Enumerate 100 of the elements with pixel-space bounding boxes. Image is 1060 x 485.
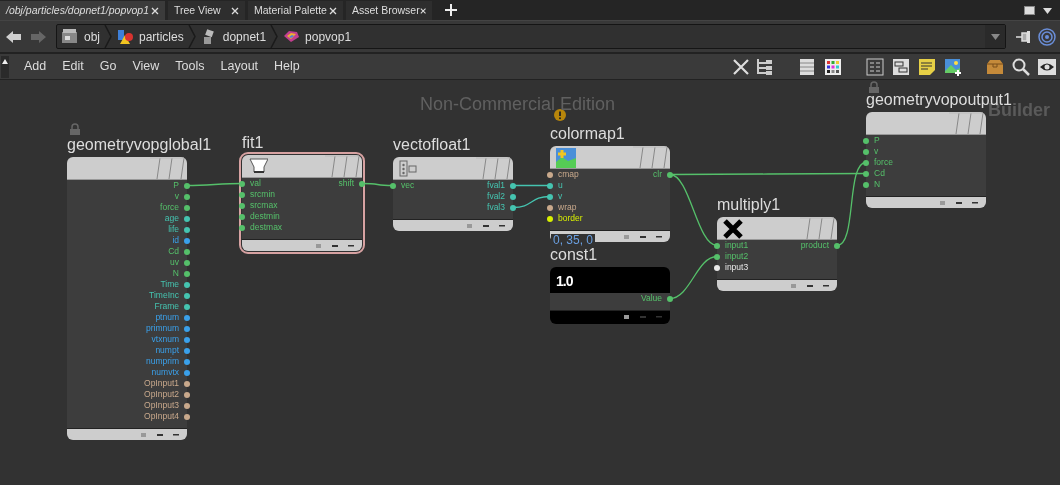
port-label: ptnum: [155, 312, 179, 323]
tab[interactable]: Material Palette: [248, 1, 343, 20]
port-dot[interactable]: [184, 325, 190, 332]
port-dot[interactable]: [239, 213, 245, 220]
sticky-note-button[interactable]: [918, 57, 936, 76]
port-dot[interactable]: [863, 170, 869, 177]
port-dot[interactable]: [714, 242, 720, 249]
eye-button[interactable]: [1038, 57, 1056, 76]
dropdown-arrow-icon[interactable]: [1043, 7, 1052, 14]
tab[interactable]: /obj/particles/dopnet1/popvop1: [0, 1, 165, 20]
port-dot[interactable]: [184, 413, 190, 420]
menu-item[interactable]: Help: [266, 57, 308, 76]
tools-button[interactable]: [732, 57, 750, 76]
menu-item[interactable]: Tools: [167, 57, 213, 76]
port-dot[interactable]: [184, 369, 190, 376]
port-dot[interactable]: [834, 242, 840, 249]
add-image-button[interactable]: [944, 57, 962, 76]
port-dot[interactable]: [184, 391, 190, 398]
footer-flags-icon[interactable]: [624, 314, 664, 320]
footer-flags-icon[interactable]: [316, 243, 356, 249]
port-dot[interactable]: [184, 226, 190, 233]
menu-item[interactable]: Edit: [54, 57, 92, 76]
maximize-icon[interactable]: [1024, 6, 1035, 15]
port-dot[interactable]: [863, 137, 869, 144]
menu-item[interactable]: Layout: [212, 57, 267, 76]
tab[interactable]: Asset Browser: [346, 1, 432, 20]
port-dot[interactable]: [239, 191, 245, 198]
radial-menu-icon[interactable]: [1038, 27, 1056, 46]
back-icon[interactable]: [6, 29, 22, 44]
port-dot[interactable]: [184, 248, 190, 255]
port-dot[interactable]: [184, 204, 190, 211]
port-dot[interactable]: [510, 182, 516, 189]
port-dot[interactable]: [184, 336, 190, 343]
port-dot[interactable]: [390, 182, 396, 189]
footer-flags-icon[interactable]: [940, 200, 980, 206]
menu-item[interactable]: Go: [91, 57, 125, 76]
close-icon[interactable]: [151, 6, 159, 15]
breadcrumb[interactable]: obj: [57, 25, 104, 48]
port-dot[interactable]: [547, 182, 553, 189]
port-label: input1: [725, 240, 749, 251]
port-dot[interactable]: [184, 259, 190, 266]
close-icon[interactable]: [231, 6, 239, 15]
port-dot[interactable]: [863, 159, 869, 166]
port-dot[interactable]: [184, 237, 190, 244]
port-dot[interactable]: [863, 181, 869, 188]
search-button[interactable]: [1012, 57, 1030, 76]
list-button[interactable]: [798, 57, 816, 76]
port-dot[interactable]: [667, 295, 673, 302]
tree-button[interactable]: [756, 57, 774, 76]
network-box-button[interactable]: [892, 57, 910, 76]
box-button[interactable]: [986, 57, 1004, 76]
port-dot[interactable]: [714, 253, 720, 260]
port-dot[interactable]: [547, 171, 553, 178]
port-dot[interactable]: [239, 180, 245, 187]
port-label: OpInput2: [144, 389, 179, 400]
multiply-icon: [723, 219, 743, 239]
port-dot[interactable]: [184, 270, 190, 277]
port-dot[interactable]: [547, 215, 553, 222]
port-dot[interactable]: [184, 347, 190, 354]
menu-item[interactable]: Add: [16, 57, 55, 76]
breadcrumb[interactable]: popvop1: [278, 25, 356, 48]
grid-layout-button[interactable]: [866, 57, 884, 76]
port-dot[interactable]: [184, 314, 190, 321]
port-dot[interactable]: [184, 215, 190, 222]
breadcrumb[interactable]: dopnet1: [195, 25, 271, 48]
footer-flags-icon[interactable]: [624, 234, 664, 240]
toolbar-handle-icon[interactable]: [0, 55, 10, 78]
port-dot[interactable]: [714, 264, 720, 271]
port-dot[interactable]: [547, 193, 553, 200]
port-dot[interactable]: [184, 292, 190, 299]
node-title: geometryvopglobal1: [67, 136, 212, 154]
path-dropdown[interactable]: [985, 25, 1005, 48]
breadcrumb[interactable]: particles: [112, 25, 188, 48]
port-dot[interactable]: [510, 204, 516, 211]
port-dot[interactable]: [184, 380, 190, 387]
port-dot[interactable]: [667, 171, 673, 178]
port-dot[interactable]: [547, 204, 553, 211]
port-dot[interactable]: [184, 281, 190, 288]
port-dot[interactable]: [359, 180, 365, 187]
footer-flags-icon[interactable]: [791, 283, 831, 289]
close-icon[interactable]: [329, 6, 337, 15]
port-label: TimeInc: [149, 290, 179, 301]
add-image-icon: [944, 57, 962, 76]
node[interactable]: 1.0 Value: [550, 267, 670, 324]
footer-flags-icon[interactable]: [141, 432, 181, 438]
color-palette-button[interactable]: [824, 57, 842, 76]
port-dot[interactable]: [239, 202, 245, 209]
port-dot[interactable]: [184, 402, 190, 409]
port-dot[interactable]: [184, 303, 190, 310]
port-dot[interactable]: [863, 148, 869, 155]
menu-item[interactable]: View: [124, 57, 168, 76]
port-dot[interactable]: [239, 224, 245, 231]
port-dot[interactable]: [184, 182, 190, 189]
port-dot[interactable]: [510, 193, 516, 200]
port-dot[interactable]: [184, 358, 190, 365]
port-dot[interactable]: [184, 193, 190, 200]
add-tab-icon[interactable]: [445, 4, 457, 16]
footer-flags-icon[interactable]: [467, 223, 507, 229]
close-icon[interactable]: [419, 6, 426, 15]
tab[interactable]: Tree View: [168, 1, 245, 20]
